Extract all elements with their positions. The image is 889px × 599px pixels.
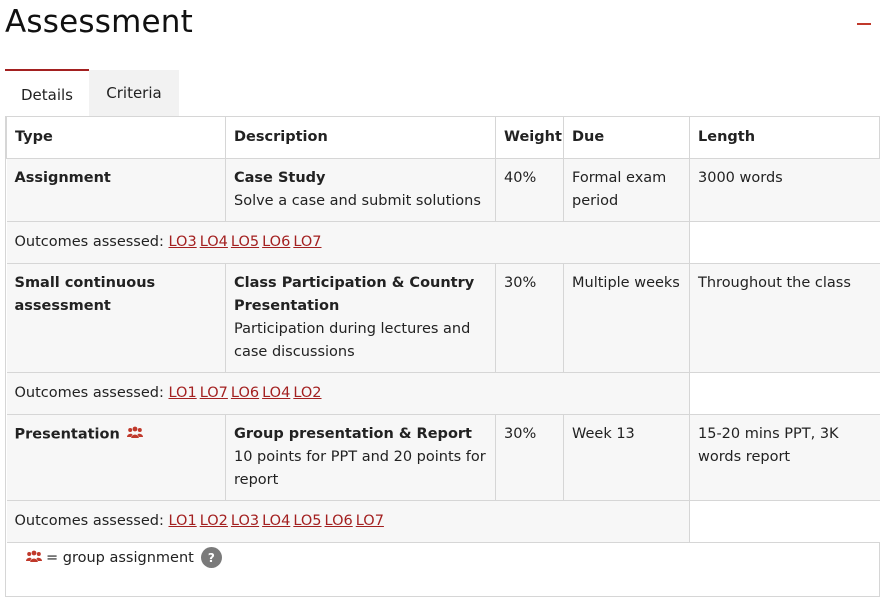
outcome-link[interactable]: LO4: [262, 513, 290, 529]
table-row: Presentation Group presentation & Report…: [6, 414, 880, 501]
outcomes-row: Outcomes assessed: LO1 LO7 LO6 LO4 LO2: [6, 372, 880, 415]
legend: = group assignment ?: [23, 547, 222, 568]
outcomes-cell: Outcomes assessed: LO3 LO4 LO5 LO6 LO7: [6, 221, 690, 264]
cell-description: Case Study Solve a case and submit solut…: [225, 158, 496, 222]
outcomes-label: Outcomes assessed:: [14, 385, 164, 401]
description-title: Class Participation & Country Presentati…: [234, 275, 475, 314]
assessment-type: Presentation: [14, 426, 120, 443]
description-title: Case Study: [234, 170, 326, 186]
cell-length: Throughout the class: [689, 263, 880, 373]
outcome-link[interactable]: LO3: [231, 513, 259, 529]
outcome-link[interactable]: LO6: [262, 234, 290, 250]
page-title: Assessment: [5, 4, 193, 40]
outcome-link[interactable]: LO7: [200, 385, 228, 401]
outcome-link[interactable]: LO6: [231, 385, 259, 401]
help-icon[interactable]: ?: [200, 547, 222, 568]
outcomes-empty-cell: [689, 372, 880, 415]
outcomes-row: Outcomes assessed: LO1 LO2 LO3 LO4 LO5 LO6 LO7: [6, 500, 880, 543]
cell-due: Formal exam period: [563, 158, 690, 222]
tab-bar: Details Criteria: [5, 69, 179, 117]
outcome-link[interactable]: LO7: [293, 234, 321, 250]
cell-weight: 40%: [495, 158, 564, 222]
column-header-description: Description: [225, 117, 496, 159]
table-row: Small continuous assessment Class Partic…: [6, 263, 880, 373]
cell-description: Group presentation & Report 10 points fo…: [225, 414, 496, 501]
description-title: Group presentation & Report: [234, 426, 472, 442]
cell-type: Assignment: [6, 158, 226, 222]
collapse-button[interactable]: [857, 23, 871, 25]
outcome-link[interactable]: LO2: [200, 513, 228, 529]
cell-weight: 30%: [495, 263, 564, 373]
tab-criteria[interactable]: Criteria: [89, 70, 179, 116]
assessment-type: Assignment: [14, 170, 111, 186]
outcome-link[interactable]: LO4: [262, 385, 290, 401]
outcome-link[interactable]: LO7: [356, 513, 384, 529]
outcomes-cell: Outcomes assessed: LO1 LO2 LO3 LO4 LO5 LO6 LO7: [6, 500, 690, 543]
description-text: Solve a case and submit solutions: [234, 193, 481, 209]
outcomes-label: Outcomes assessed:: [14, 234, 164, 250]
outcomes-cell: Outcomes assessed: LO1 LO7 LO6 LO4 LO2: [6, 372, 690, 415]
outcome-link[interactable]: LO1: [169, 513, 197, 529]
table-row: Assignment Case Study Solve a case and s…: [6, 158, 880, 222]
outcome-link[interactable]: LO5: [231, 234, 259, 250]
column-header-due: Due: [563, 117, 690, 159]
outcome-link[interactable]: LO1: [169, 385, 197, 401]
description-text: Participation during lectures and case d…: [234, 321, 471, 360]
assessment-panel: Type Description Weight Due Length Assig…: [5, 116, 880, 597]
outcome-link[interactable]: LO5: [293, 513, 321, 529]
outcome-link[interactable]: LO2: [293, 385, 321, 401]
outcomes-label: Outcomes assessed:: [14, 513, 164, 529]
assessment-type: Small continuous assessment: [14, 275, 156, 314]
cell-due: Multiple weeks: [563, 263, 690, 373]
column-header-type: Type: [6, 117, 226, 159]
group-assignment-icon: [26, 550, 42, 566]
cell-type: Small continuous assessment: [6, 263, 226, 373]
cell-weight: 30%: [495, 414, 564, 501]
column-header-weight: Weight: [495, 117, 564, 159]
group-assignment-icon: [127, 423, 144, 446]
table-header-row: Type Description Weight Due Length: [6, 117, 880, 159]
legend-text: = group assignment: [46, 549, 194, 566]
outcomes-empty-cell: [689, 221, 880, 264]
column-header-length: Length: [689, 117, 880, 159]
cell-length: 3000 words: [689, 158, 880, 222]
cell-length: 15-20 mins PPT, 3K words report: [689, 414, 880, 501]
outcome-link[interactable]: LO4: [200, 234, 228, 250]
description-text: 10 points for PPT and 20 points for repo…: [234, 449, 486, 488]
outcome-link[interactable]: LO6: [325, 513, 353, 529]
outcomes-empty-cell: [689, 500, 880, 543]
tab-details[interactable]: Details: [5, 69, 89, 117]
cell-type: Presentation: [6, 414, 226, 501]
outcome-link[interactable]: LO3: [169, 234, 197, 250]
outcomes-row: Outcomes assessed: LO3 LO4 LO5 LO6 LO7: [6, 221, 880, 264]
cell-description: Class Participation & Country Presentati…: [225, 263, 496, 373]
assessment-table: Type Description Weight Due Length Assig…: [6, 117, 880, 543]
cell-due: Week 13: [563, 414, 690, 501]
